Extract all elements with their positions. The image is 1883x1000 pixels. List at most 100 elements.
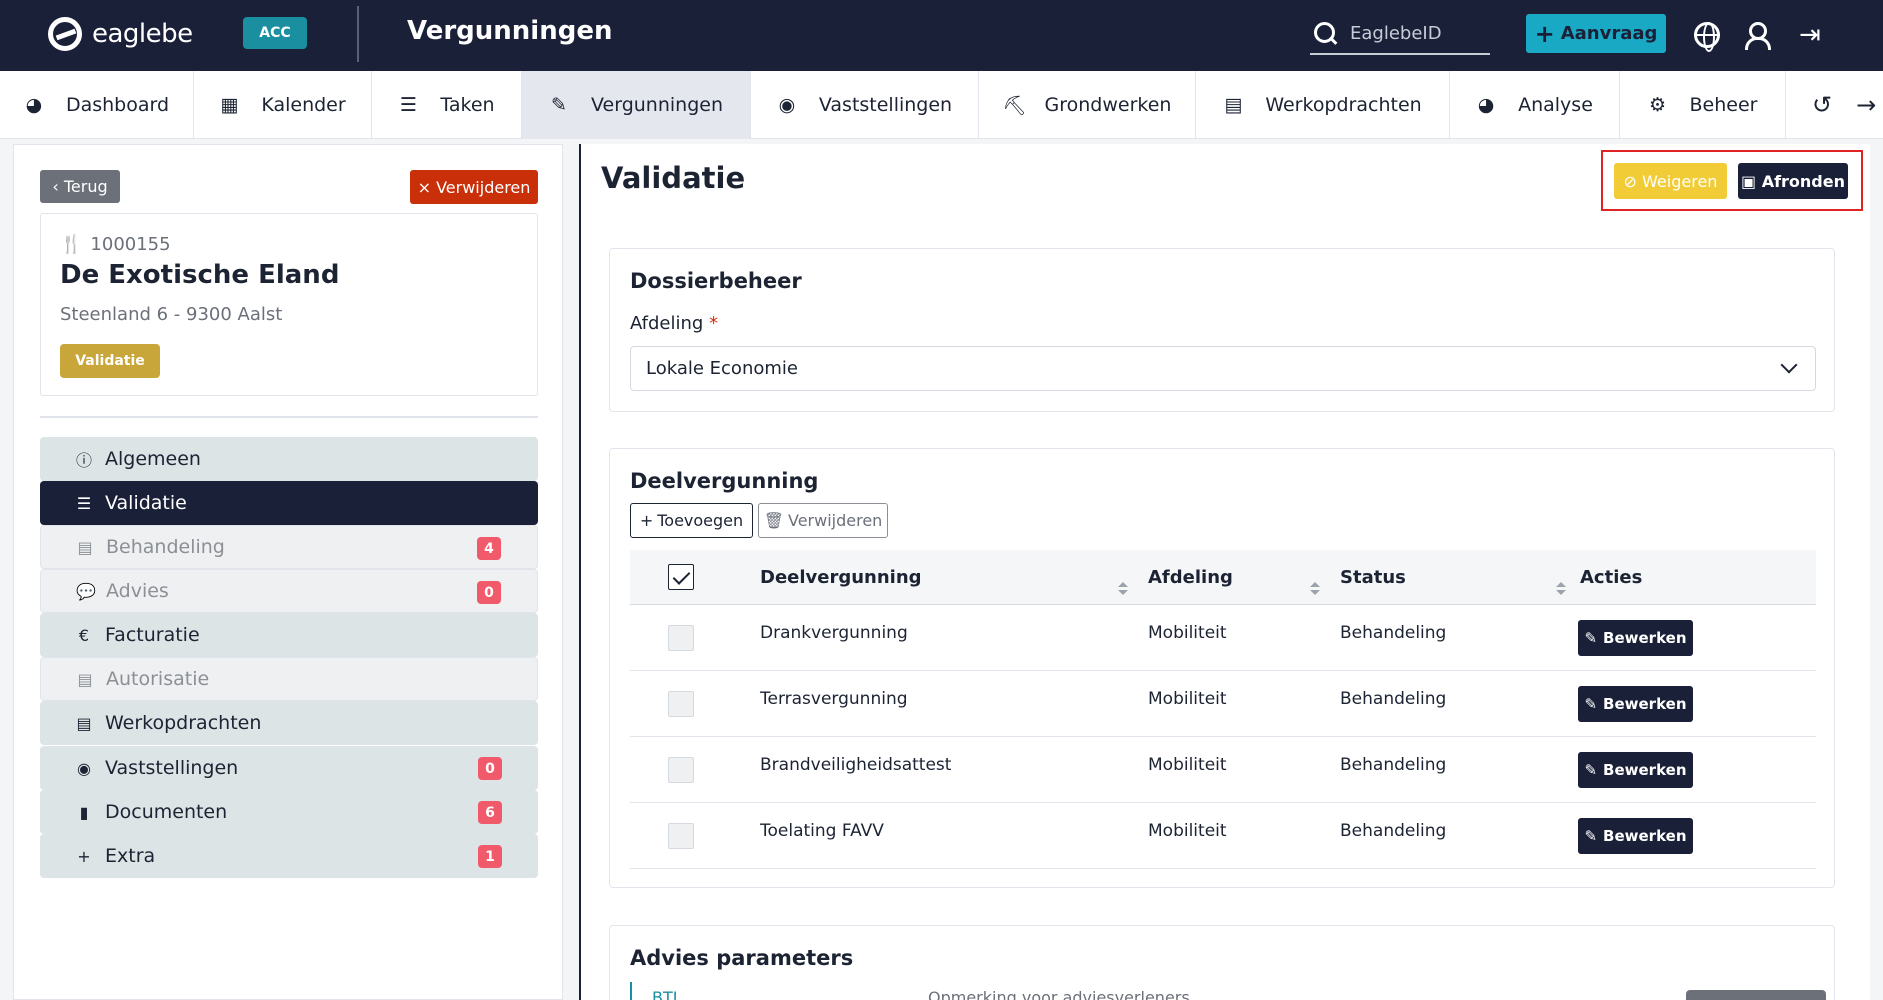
row-checkbox[interactable]	[668, 625, 694, 651]
back-button[interactable]: ‹ Terug	[40, 170, 120, 203]
aanvraag-label: Aanvraag	[1560, 23, 1658, 44]
search-box[interactable]	[1310, 14, 1490, 55]
menu-label: Advies	[106, 580, 169, 602]
nav-kalender[interactable]: ▦ Kalender	[194, 71, 372, 139]
euro-icon: €	[78, 625, 90, 645]
nav-label: Taken	[440, 94, 495, 116]
nav-werkopdrachten[interactable]: ▤ Werkopdrachten	[1196, 71, 1450, 139]
edit-button[interactable]: ✎ Bewerken	[1578, 818, 1693, 854]
menu-item-extra[interactable]: + Extra 1	[40, 834, 538, 878]
plus-icon: +	[639, 511, 654, 530]
advies-label-opmerking: Opmerking voor adviesverleners	[928, 988, 1190, 1000]
delete-dossier-button[interactable]: × Verwijderen	[410, 170, 538, 204]
top-bar: eaglebe ACC Vergunningen + Aanvraag ⇥	[0, 0, 1883, 71]
aanvraag-button[interactable]: + Aanvraag	[1526, 14, 1666, 53]
menu-item-behandeling[interactable]: ▤ Behandeling 4	[40, 525, 538, 569]
tasks-icon: ☰	[399, 94, 417, 116]
menu-label: Facturatie	[105, 624, 200, 646]
dossier-name: De Exotische Eland	[60, 260, 340, 290]
cell-status: Behandeling	[1340, 755, 1447, 775]
menu-label: Validatie	[105, 492, 187, 514]
menu-label: Werkopdrachten	[105, 712, 262, 734]
column-header[interactable]: Deelvergunning	[760, 567, 922, 588]
advies-parameters-card: Advies parameters BTL Opmerking voor adv…	[609, 925, 1835, 1000]
user-icon[interactable]	[1743, 22, 1771, 50]
dossier-id: 1000155	[90, 234, 171, 255]
select-all-checkbox[interactable]	[668, 564, 694, 590]
menu-item-documenten[interactable]: ▮ Documenten 6	[40, 790, 538, 834]
dossier-id-row: 🍴 1000155	[60, 234, 171, 255]
menu-item-algemeen[interactable]: ⓘ Algemeen	[40, 437, 538, 481]
count-badge: 4	[477, 537, 501, 560]
menu-item-werkopdrachten[interactable]: ▤ Werkopdrachten	[40, 701, 538, 745]
plus-icon: +	[77, 846, 91, 866]
analysis-icon: ◕	[1477, 94, 1495, 116]
menu-item-validatie[interactable]: ☰ Validatie	[40, 481, 538, 525]
dashboard-icon: ◕	[25, 94, 43, 116]
afdeling-value: Lokale Economie	[646, 358, 798, 379]
edit-button[interactable]: ✎ Bewerken	[1578, 752, 1693, 788]
menu-item-autorisatie[interactable]: ▤ Autorisatie	[40, 657, 538, 701]
search-input[interactable]	[1350, 23, 1480, 44]
document-icon: ▤	[1224, 94, 1243, 116]
nav-vergunningen[interactable]: ✎ Vergunningen	[522, 71, 751, 139]
sort-icon[interactable]	[1310, 582, 1320, 596]
cell-status: Behandeling	[1340, 689, 1447, 709]
table-header: Deelvergunning Afdeling Status Acties	[630, 550, 1816, 605]
edit-button[interactable]: ✎ Bewerken	[1578, 686, 1693, 722]
edit-button[interactable]: ✎ Bewerken	[1578, 620, 1693, 656]
comment-icon: 💬	[76, 581, 96, 601]
history-icon[interactable]: ↺	[1812, 91, 1832, 119]
count-badge: 0	[478, 757, 502, 780]
pencil-icon: ✎	[1584, 629, 1598, 647]
menu-label: Autorisatie	[106, 668, 210, 690]
menu-label: Vaststellingen	[105, 757, 239, 779]
divider	[40, 416, 538, 418]
top-divider	[357, 6, 359, 62]
arrow-right-icon[interactable]: →	[1856, 91, 1876, 119]
deelvergunning-card: Deelvergunning + Toevoegen 🗑 Verwijderen D…	[609, 448, 1835, 888]
count-badge: 1	[478, 845, 502, 868]
digging-icon: ⛏	[1002, 94, 1027, 117]
menu-item-vaststellingen[interactable]: ◉ Vaststellingen 0	[40, 746, 538, 790]
column-header: Acties	[1580, 567, 1643, 588]
card-title: Advies parameters	[630, 946, 854, 970]
checklist-icon: ☰	[76, 493, 92, 513]
logo-text: eaglebe	[92, 19, 193, 49]
environment-badge: ACC	[243, 17, 307, 49]
add-deelvergunning-button[interactable]: + Toevoegen	[630, 503, 753, 538]
nav-extra: ↺ →	[1786, 71, 1876, 139]
row-checkbox[interactable]	[668, 691, 694, 717]
row-checkbox[interactable]	[668, 757, 694, 783]
search-icon[interactable]	[1314, 21, 1338, 46]
afdeling-select[interactable]: Lokale Economie	[630, 346, 1816, 391]
delete-deelvergunning-button[interactable]: 🗑 Verwijderen	[758, 503, 888, 538]
eye-icon: ◉	[77, 758, 91, 778]
advies-label-btl: BTL	[652, 988, 682, 1000]
nav-taken[interactable]: ☰ Taken	[372, 71, 522, 139]
afronden-button[interactable]: ▣ Afronden	[1738, 163, 1848, 199]
column-header[interactable]: Afdeling	[1148, 567, 1233, 588]
section-title: Validatie	[601, 161, 746, 195]
nav-dashboard[interactable]: ◕ Dashboard	[0, 71, 194, 139]
nav-grondwerken[interactable]: ⛏ Grondwerken	[979, 71, 1196, 139]
row-checkbox[interactable]	[668, 823, 694, 849]
menu-item-advies[interactable]: 💬 Advies 0	[40, 569, 538, 613]
nav-beheer[interactable]: ⚙ Beheer	[1620, 71, 1786, 139]
sort-icon[interactable]	[1118, 582, 1128, 596]
column-header[interactable]: Status	[1340, 567, 1406, 588]
sort-icon[interactable]	[1556, 582, 1566, 596]
pencil-icon: ✎	[1584, 695, 1598, 713]
logout-icon[interactable]: ⇥	[1799, 22, 1825, 48]
menu-item-facturatie[interactable]: € Facturatie	[40, 613, 538, 657]
nav-analyse[interactable]: ◕ Analyse	[1450, 71, 1620, 139]
advies-action-button[interactable]	[1686, 990, 1826, 1000]
main-nav: ◕ Dashboard ▦ Kalender ☰ Taken ✎ Vergunn…	[0, 71, 1883, 139]
chevron-left-icon: ‹	[52, 177, 64, 196]
pencil-icon: ✎	[1584, 827, 1598, 845]
weigeren-button[interactable]: ⊘ Weigeren	[1614, 163, 1727, 199]
nav-vaststellingen[interactable]: ◉ Vaststellingen	[751, 71, 979, 139]
logo[interactable]: eaglebe	[48, 17, 193, 51]
globe-icon[interactable]	[1694, 22, 1720, 52]
close-icon: ×	[417, 177, 437, 197]
